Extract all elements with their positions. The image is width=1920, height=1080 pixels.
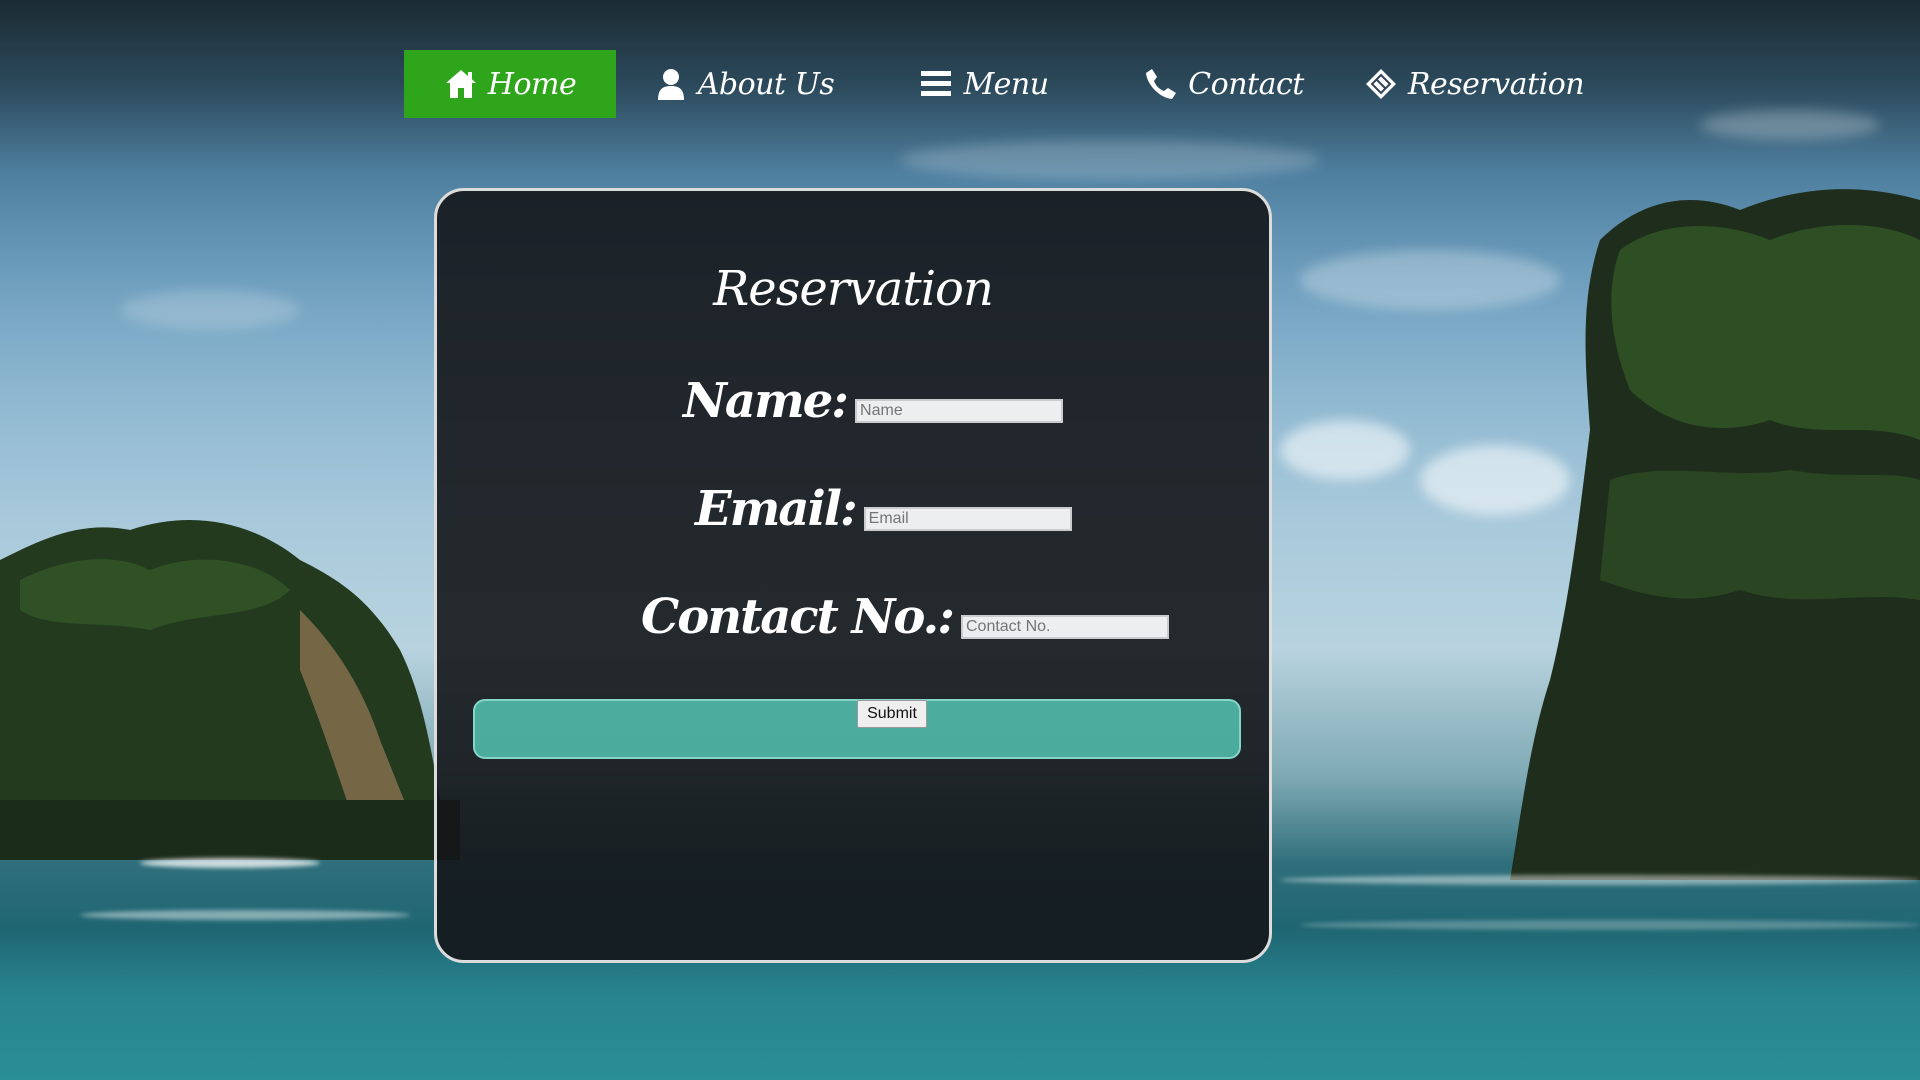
name-input[interactable]	[855, 399, 1064, 423]
nav-label: Contact	[1188, 66, 1304, 102]
left-cliff	[0, 520, 460, 860]
contact-input[interactable]	[960, 615, 1169, 639]
wave	[80, 910, 410, 920]
wave	[140, 858, 320, 868]
cloud	[900, 140, 1320, 180]
email-label: Email:	[695, 481, 858, 537]
name-row: Name:	[683, 373, 1064, 429]
contact-row: Contact No.:	[641, 593, 1169, 641]
name-label: Name:	[683, 373, 849, 429]
cloud	[1280, 420, 1410, 480]
form-title: Reservation	[713, 261, 994, 317]
nav-item-home[interactable]: Home	[404, 50, 616, 118]
nav-label: About Us	[697, 66, 835, 102]
nav-item-reservation[interactable]: Reservation	[1365, 50, 1585, 118]
nav-item-about-us[interactable]: About Us	[644, 50, 844, 118]
reservation-panel: Reservation Name: Email: Contact No.: Su…	[434, 188, 1272, 963]
email-input[interactable]	[863, 507, 1072, 531]
nav-item-contact[interactable]: Contact	[1144, 50, 1304, 118]
wave	[1280, 875, 1920, 885]
email-row: Email:	[695, 485, 1072, 533]
right-cliff	[1510, 189, 1920, 880]
submit-button[interactable]: Submit	[857, 700, 927, 728]
menu-icon	[919, 67, 953, 101]
nav-label: Menu	[963, 66, 1049, 102]
cloud	[120, 290, 300, 330]
nav-item-menu[interactable]: Menu	[904, 50, 1064, 118]
home-icon	[444, 67, 478, 101]
phone-icon	[1144, 67, 1178, 101]
contact-label: Contact No.:	[641, 589, 955, 645]
nav-label: Home	[487, 66, 577, 102]
cloud	[1700, 110, 1880, 140]
submit-bar: Submit	[473, 699, 1241, 759]
ticket-icon	[1364, 67, 1398, 101]
nav-label: Reservation	[1407, 66, 1585, 102]
wave	[1300, 920, 1920, 930]
user-icon	[654, 67, 688, 101]
